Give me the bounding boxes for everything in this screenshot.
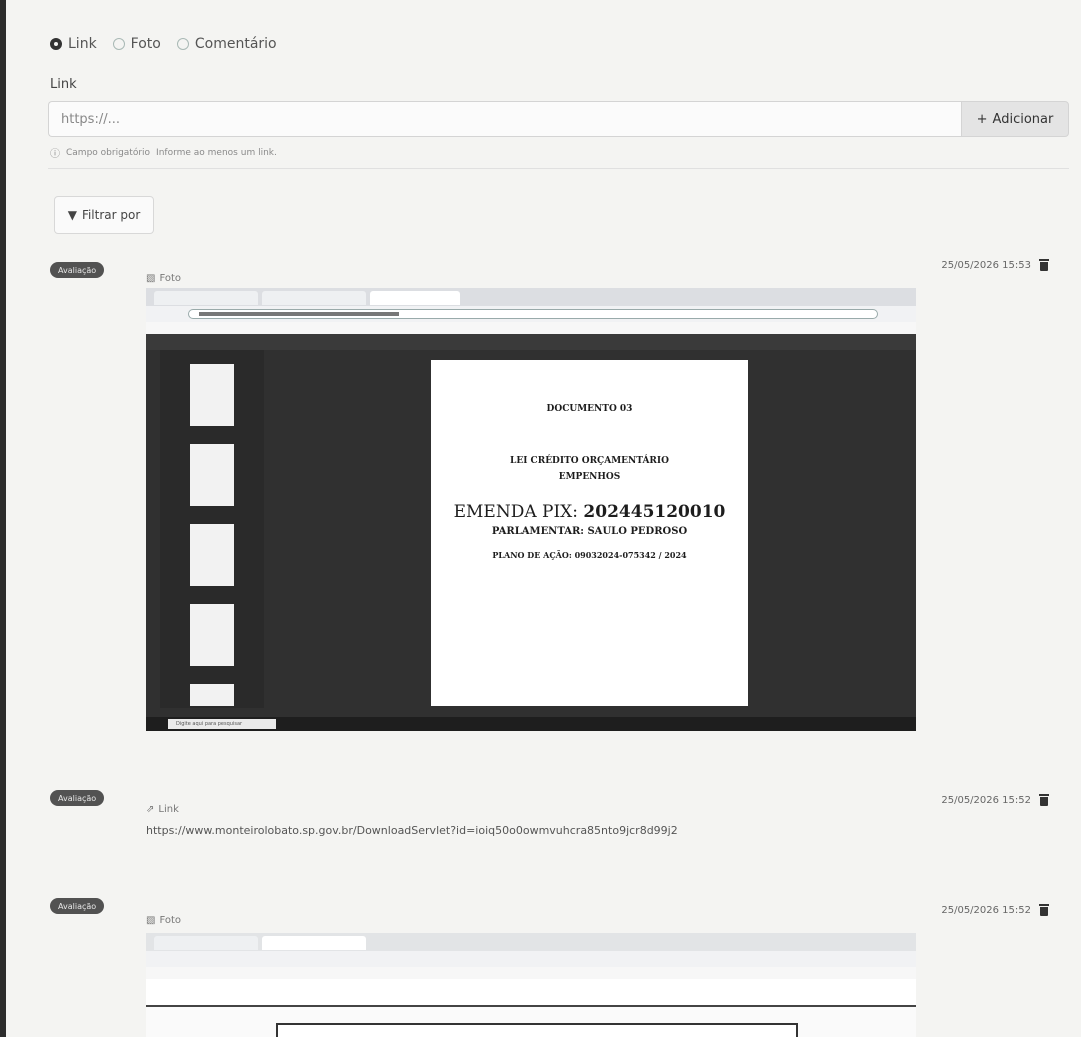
option-foto-label: Foto bbox=[130, 36, 161, 52]
item-type-label: Link bbox=[158, 804, 179, 815]
radio-foto-icon[interactable] bbox=[112, 38, 125, 50]
item-type-label: Foto bbox=[159, 915, 182, 926]
browser-tab-active bbox=[262, 936, 366, 950]
os-taskbar: Digite aqui para pesquisar bbox=[146, 717, 916, 731]
browser-tab-strip bbox=[146, 288, 916, 306]
doc-plano: PLANO DE AÇÃO: 09032024-075342 / 2024 bbox=[492, 550, 687, 560]
browser-bookmarks-bar bbox=[146, 322, 916, 334]
browser-bookmarks-bar bbox=[146, 967, 916, 979]
item-timestamp-row: 25/05/2026 15:52 bbox=[941, 904, 1049, 916]
taskbar-search: Digite aqui para pesquisar bbox=[168, 719, 276, 729]
radio-link-icon[interactable] bbox=[50, 38, 62, 50]
plus-icon: + bbox=[976, 111, 988, 127]
option-comentario-label: Comentário bbox=[194, 36, 277, 52]
trash-icon[interactable] bbox=[1039, 259, 1049, 271]
photo-thumbnail[interactable]: DOCUMENTO 03 LEI CRÉDITO ORÇAMENTÁRIO EM… bbox=[146, 288, 916, 731]
item-timestamp-row: 25/05/2026 15:52 bbox=[941, 794, 1049, 806]
image-icon: ▧ bbox=[146, 273, 156, 284]
browser-address-bar bbox=[146, 951, 916, 967]
browser-tab-active bbox=[370, 291, 460, 305]
option-link[interactable]: Link bbox=[50, 36, 97, 52]
evidence-item: Avaliação ▧ Foto 25/05/2026 15:52 bbox=[48, 896, 1069, 936]
doc-line1: LEI CRÉDITO ORÇAMENTÁRIO bbox=[510, 456, 669, 466]
item-timestamp: 25/05/2026 15:52 bbox=[941, 794, 1031, 806]
item-timestamp: 25/05/2026 15:52 bbox=[941, 904, 1031, 916]
status-badge: Avaliação bbox=[50, 262, 105, 278]
pdf-thumb bbox=[190, 444, 234, 506]
browser-address-bar bbox=[146, 306, 916, 322]
page-left-border bbox=[0, 0, 6, 1037]
site-nav bbox=[146, 979, 916, 1007]
browser-tab bbox=[154, 291, 258, 305]
doc-emenda: EMENDA PIX: 202445120010 bbox=[431, 502, 748, 522]
item-timestamp-row: 25/05/2026 15:53 bbox=[941, 259, 1049, 271]
browser-tab bbox=[154, 936, 258, 950]
browser-tab bbox=[262, 291, 366, 305]
pdf-thumb bbox=[190, 364, 234, 426]
filter-icon: ▼ bbox=[67, 208, 77, 222]
pdf-thumb bbox=[190, 684, 234, 706]
pdf-thumb bbox=[190, 524, 234, 586]
radio-comentario-icon[interactable] bbox=[176, 38, 189, 50]
option-link-label: Link bbox=[68, 36, 97, 52]
item-url-link[interactable]: https://www.monteirolobato.sp.gov.br/Dow… bbox=[146, 824, 678, 837]
link-input[interactable] bbox=[48, 101, 961, 137]
add-link-button[interactable]: + Adicionar bbox=[961, 101, 1069, 137]
evidence-item: Avaliação ⇗ Link 25/05/2026 15:52 https:… bbox=[48, 786, 1069, 856]
pdf-page: DOCUMENTO 03 LEI CRÉDITO ORÇAMENTÁRIO EM… bbox=[431, 360, 748, 706]
status-badge: Avaliação bbox=[50, 790, 105, 806]
item-timestamp: 25/05/2026 15:53 bbox=[941, 259, 1031, 271]
filter-label: Filtrar por bbox=[81, 208, 141, 222]
trash-icon[interactable] bbox=[1039, 794, 1049, 806]
item-type: ▧ Foto bbox=[146, 273, 181, 284]
pdf-thumb bbox=[190, 604, 234, 666]
item-type: ⇗ Link bbox=[146, 804, 179, 815]
doc-parlamentar: PARLAMENTAR: SAULO PEDROSO bbox=[491, 526, 688, 537]
pdf-toolbar bbox=[146, 334, 916, 350]
trash-icon[interactable] bbox=[1039, 904, 1049, 916]
divider bbox=[48, 168, 1069, 169]
filter-button[interactable]: ▼ Filtrar por bbox=[54, 196, 154, 234]
doc-title: DOCUMENTO 03 bbox=[546, 404, 633, 414]
validation-hint: ⓘ Campo obrigatório Informe ao menos um … bbox=[50, 145, 277, 161]
required-text: Campo obrigatório bbox=[66, 147, 151, 158]
item-type: ▧ Foto bbox=[146, 915, 181, 926]
image-icon: ▧ bbox=[146, 915, 156, 926]
browser-tab-strip bbox=[146, 933, 916, 951]
photo-thumbnail[interactable] bbox=[146, 933, 916, 1037]
info-icon: ⓘ bbox=[50, 149, 60, 160]
address-pill bbox=[188, 309, 878, 319]
validation-message: Informe ao menos um link. bbox=[156, 147, 277, 158]
item-type-label: Foto bbox=[159, 273, 182, 284]
emenda-label: EMENDA PIX: bbox=[453, 502, 579, 522]
link-field-label: Link bbox=[50, 77, 77, 92]
add-button-label: Adicionar bbox=[992, 111, 1054, 127]
site-content-box bbox=[276, 1023, 798, 1037]
emenda-number: 202445120010 bbox=[583, 502, 726, 522]
address-url bbox=[199, 312, 399, 316]
type-selector: Link Foto Comentário bbox=[50, 36, 277, 52]
doc-line2: EMPENHOS bbox=[558, 472, 621, 482]
option-comentario[interactable]: Comentário bbox=[176, 36, 277, 52]
pdf-sidebar bbox=[160, 350, 264, 708]
status-badge: Avaliação bbox=[50, 898, 105, 914]
option-foto[interactable]: Foto bbox=[112, 36, 161, 52]
link-icon: ⇗ bbox=[146, 804, 155, 815]
